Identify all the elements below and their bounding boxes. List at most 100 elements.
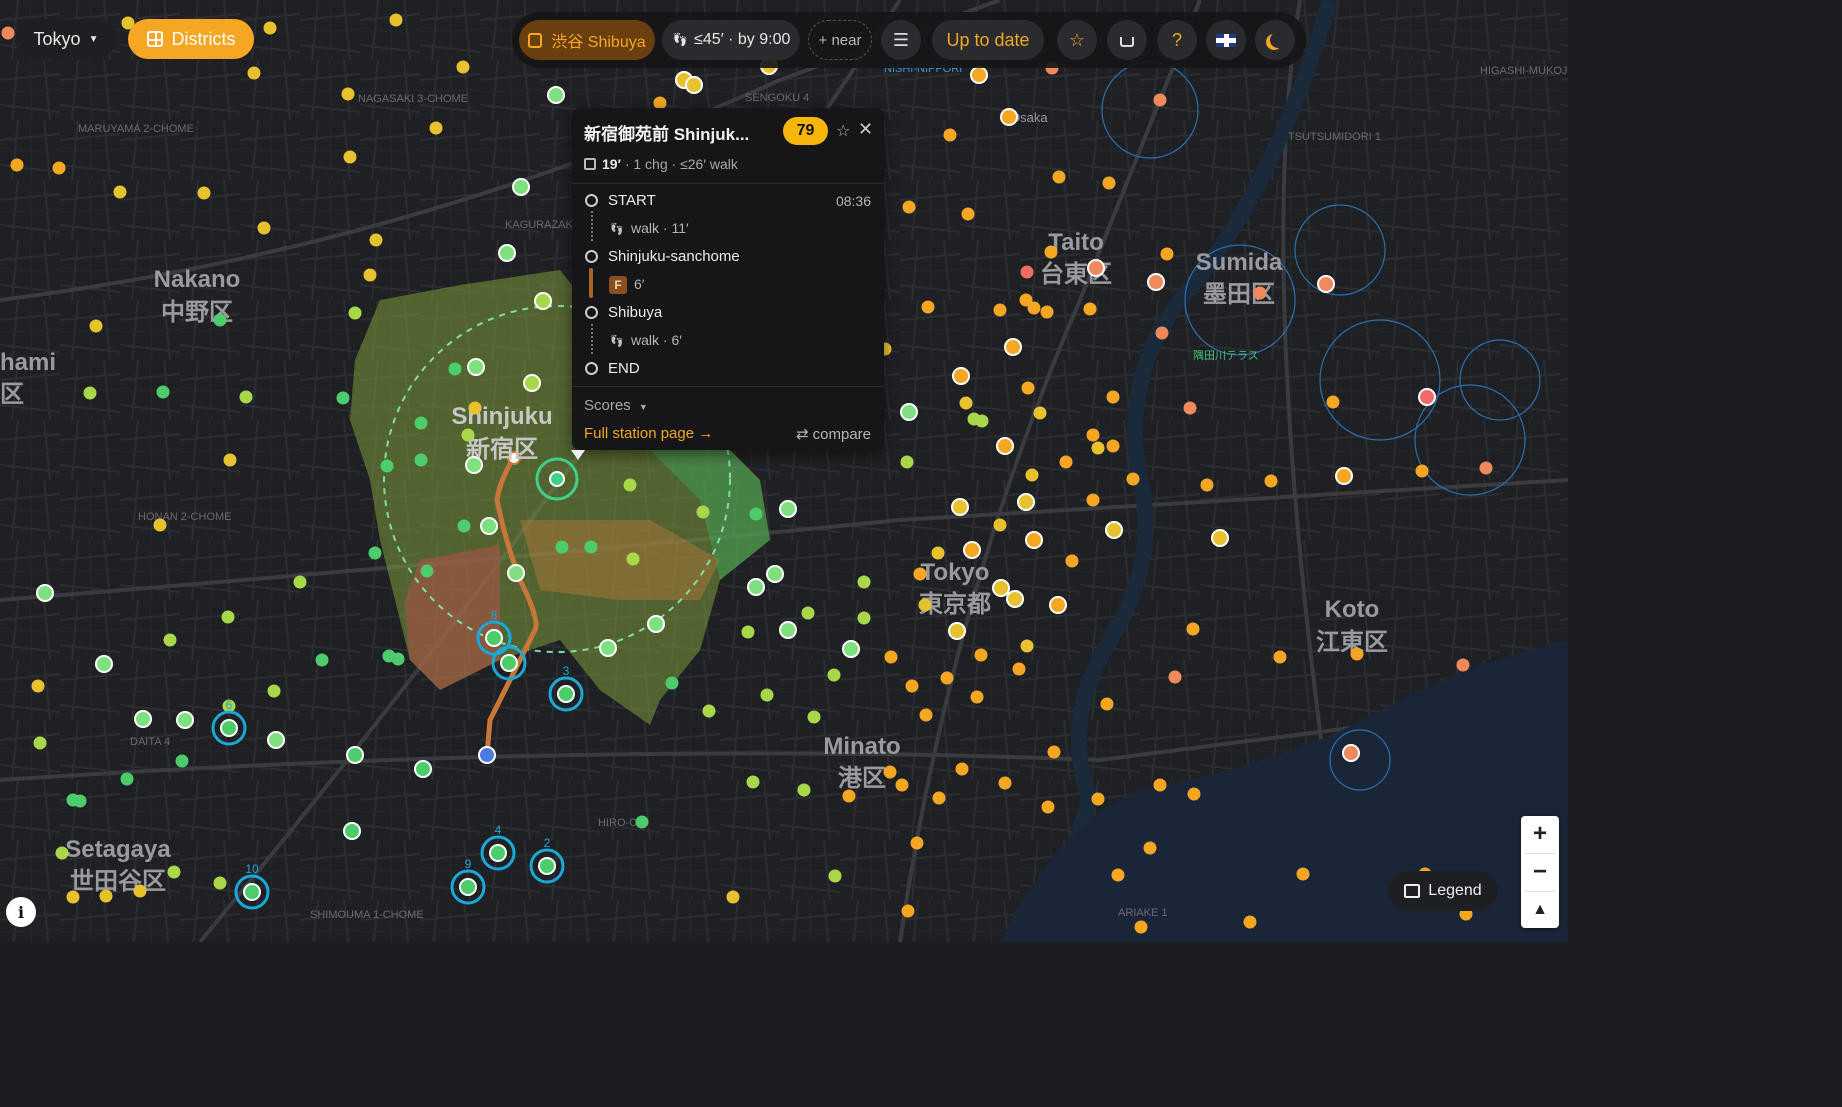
station-dot[interactable]	[343, 150, 357, 164]
station-dot[interactable]	[1000, 108, 1018, 126]
station-dot[interactable]	[348, 306, 362, 320]
station-dot[interactable]	[369, 233, 383, 247]
near-chip[interactable]: + near	[808, 20, 872, 60]
station-dot[interactable]	[827, 668, 841, 682]
station-dot[interactable]	[1211, 529, 1229, 547]
station-dot[interactable]	[83, 386, 97, 400]
station-dot[interactable]	[414, 453, 428, 467]
station-dot[interactable]	[1004, 338, 1022, 356]
station-dot[interactable]	[1200, 478, 1214, 492]
station-dot[interactable]	[1044, 245, 1058, 259]
station-dot[interactable]	[746, 775, 760, 789]
station-dot[interactable]	[1086, 493, 1100, 507]
theme-button[interactable]	[1255, 20, 1295, 60]
station-dot[interactable]	[1415, 464, 1429, 478]
station-dot[interactable]	[599, 639, 617, 657]
station-dot[interactable]	[175, 754, 189, 768]
numbered-station-dot[interactable]	[220, 719, 238, 737]
station-dot[interactable]	[952, 367, 970, 385]
station-dot[interactable]	[363, 268, 377, 282]
station-dot[interactable]	[919, 708, 933, 722]
station-dot[interactable]	[1059, 455, 1073, 469]
station-dot[interactable]	[267, 684, 281, 698]
station-dot[interactable]	[89, 319, 103, 333]
station-dot[interactable]	[1160, 247, 1174, 261]
station-dot[interactable]	[1105, 521, 1123, 539]
station-dot[interactable]	[461, 428, 475, 442]
station-dot[interactable]	[448, 362, 462, 376]
station-dot[interactable]	[685, 76, 703, 94]
station-dot[interactable]	[176, 711, 194, 729]
station-dot[interactable]	[974, 648, 988, 662]
favorite-star-icon[interactable]: ☆	[836, 121, 850, 141]
station-dot[interactable]	[1243, 915, 1257, 929]
station-dot[interactable]	[955, 762, 969, 776]
station-dot[interactable]	[1147, 273, 1165, 291]
station-dot[interactable]	[1020, 639, 1034, 653]
numbered-station-dot[interactable]	[538, 857, 556, 875]
station-dot[interactable]	[247, 66, 261, 80]
station-dot[interactable]	[512, 178, 530, 196]
station-dot[interactable]	[1317, 275, 1335, 293]
station-dot[interactable]	[31, 679, 45, 693]
numbered-station-dot[interactable]	[243, 883, 261, 901]
station-dot[interactable]	[555, 540, 569, 554]
station-dot[interactable]	[918, 598, 932, 612]
basket-button[interactable]	[1107, 20, 1147, 60]
station-dot[interactable]	[456, 60, 470, 74]
station-dot[interactable]	[647, 615, 665, 633]
station-dot[interactable]	[293, 575, 307, 589]
station-dot[interactable]	[534, 292, 552, 310]
station-dot[interactable]	[1418, 388, 1436, 406]
station-dot[interactable]	[807, 710, 821, 724]
station-dot[interactable]	[33, 736, 47, 750]
station-dot[interactable]	[523, 374, 541, 392]
station-dot[interactable]	[975, 414, 989, 428]
station-dot[interactable]	[223, 453, 237, 467]
station-dot[interactable]	[842, 640, 860, 658]
station-dot[interactable]	[55, 846, 69, 860]
station-dot[interactable]	[970, 690, 984, 704]
numbered-station-dot[interactable]	[489, 844, 507, 862]
station-dot[interactable]	[52, 161, 66, 175]
station-dot[interactable]	[10, 158, 24, 172]
commute-chip[interactable]: 👣︎ ≤45′ · by 9:00	[662, 20, 800, 60]
station-dot[interactable]	[726, 890, 740, 904]
station-dot[interactable]	[1273, 650, 1287, 664]
station-dot[interactable]	[1012, 662, 1026, 676]
station-dot[interactable]	[1456, 658, 1470, 672]
station-dot[interactable]	[1, 26, 15, 40]
city-selector[interactable]: Tokyo ▼	[16, 19, 116, 59]
station-dot[interactable]	[457, 519, 471, 533]
station-dot[interactable]	[760, 688, 774, 702]
station-dot[interactable]	[120, 772, 134, 786]
station-dot[interactable]	[921, 300, 935, 314]
station-dot[interactable]	[1017, 493, 1035, 511]
station-dot[interactable]	[414, 416, 428, 430]
station-dot[interactable]	[741, 625, 755, 639]
station-dot[interactable]	[1264, 474, 1278, 488]
station-dot[interactable]	[943, 128, 957, 142]
favorites-button[interactable]: ☆	[1057, 20, 1097, 60]
score-badge[interactable]: 79	[783, 117, 828, 145]
filters-button[interactable]: ☰	[881, 20, 921, 60]
station-dot[interactable]	[961, 207, 975, 221]
zoom-in-button[interactable]: +	[1521, 816, 1559, 852]
station-dot[interactable]	[998, 776, 1012, 790]
numbered-station-dot[interactable]	[485, 629, 503, 647]
station-dot[interactable]	[779, 500, 797, 518]
station-dot[interactable]	[665, 676, 679, 690]
numbered-station-dot[interactable]	[459, 878, 477, 896]
station-dot[interactable]	[547, 86, 565, 104]
compass-icon[interactable]: ▲	[1521, 892, 1559, 928]
station-dot[interactable]	[420, 564, 434, 578]
station-dot[interactable]	[1168, 670, 1182, 684]
station-dot[interactable]	[993, 303, 1007, 317]
station-dot[interactable]	[992, 579, 1010, 597]
station-dot[interactable]	[1021, 381, 1035, 395]
station-dot[interactable]	[884, 650, 898, 664]
station-dot[interactable]	[66, 793, 80, 807]
station-dot[interactable]	[1155, 326, 1169, 340]
station-dot[interactable]	[1126, 472, 1140, 486]
station-dot[interactable]	[1153, 778, 1167, 792]
